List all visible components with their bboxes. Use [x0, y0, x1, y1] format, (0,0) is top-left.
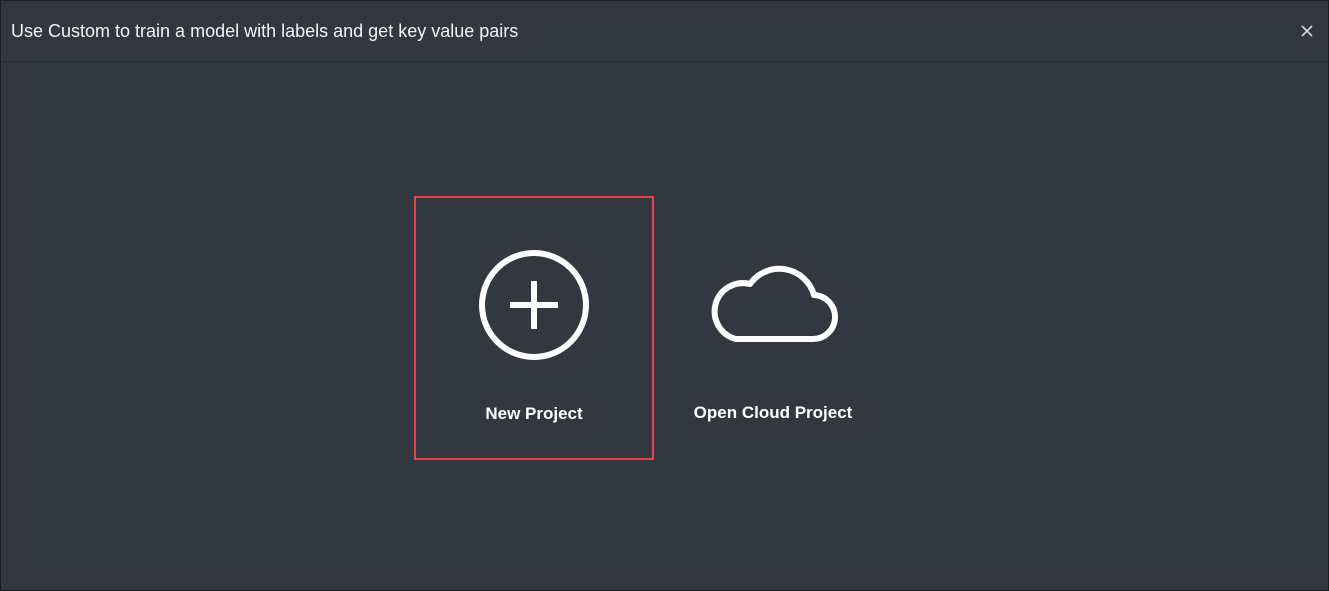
- close-button[interactable]: [1300, 24, 1314, 38]
- dialog-header: Use Custom to train a model with labels …: [1, 1, 1328, 62]
- open-cloud-project-label: Open Cloud Project: [693, 403, 853, 422]
- dialog-window: Use Custom to train a model with labels …: [0, 0, 1329, 591]
- plus-circle-icon: [479, 250, 589, 360]
- cloud-icon: [711, 265, 838, 343]
- new-project-tile[interactable]: New Project: [414, 196, 654, 460]
- dialog-title: Use Custom to train a model with labels …: [11, 21, 519, 41]
- open-cloud-project-tile[interactable]: Open Cloud Project: [653, 196, 893, 460]
- close-icon: [1301, 25, 1313, 37]
- new-project-label: New Project: [485, 404, 583, 423]
